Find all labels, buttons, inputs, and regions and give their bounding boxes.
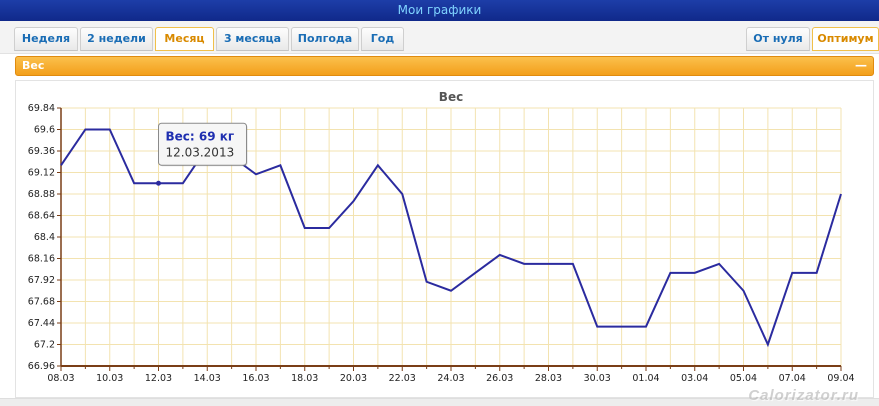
x-tick-label: 24.03 [437,373,464,384]
x-tick-label: 01.04 [632,373,659,384]
chart-title: Вес [439,90,463,104]
y-tick-label: 69.36 [28,146,55,157]
y-tick-label: 69.84 [28,103,55,114]
x-tick-label: 07.04 [779,373,806,384]
y-tick-label: 69.6 [34,125,55,136]
x-tick-label: 28.03 [535,373,562,384]
tab-month[interactable]: Месяц [155,27,214,51]
x-tick-label: 03.04 [681,373,708,384]
tab-from-zero[interactable]: От нуля [746,27,810,51]
period-tabs: Неделя 2 недели Месяц 3 месяца Полгода Г… [0,21,879,54]
y-tick-label: 68.4 [34,232,55,243]
y-tick-label: 67.68 [28,297,55,308]
x-tick-label: 05.04 [730,373,757,384]
tooltip-value: Вес: 69 кг [166,129,235,143]
tab-optimum[interactable]: Оптимум [812,27,879,51]
x-tick-label: 12.03 [145,373,172,384]
y-tick-label: 68.64 [28,211,55,222]
tab-year[interactable]: Год [361,27,404,51]
x-tick-label: 26.03 [486,373,513,384]
tab-3-months[interactable]: 3 месяца [216,27,289,51]
x-tick-label: 10.03 [96,373,123,384]
y-tick-label: 69.12 [28,168,55,179]
x-tick-label: 20.03 [340,373,367,384]
watermark-logo: Calorizator.ru [748,387,859,404]
x-tick-label: 18.03 [291,373,318,384]
x-tick-label: 08.03 [47,373,74,384]
x-tick-label: 16.03 [242,373,269,384]
y-tick-label: 67.44 [28,318,55,329]
y-tick-label: 67.92 [28,275,55,286]
panel-title: Вес [22,59,45,72]
minus-icon[interactable]: — [855,59,867,72]
x-tick-label: 09.04 [827,373,854,384]
chart-container: Вес 69.84 69.6 69.36 69.12 68.88 68.64 68.4 68.1… [15,80,874,398]
tab-week[interactable]: Неделя [14,27,78,51]
x-tick-label: 22.03 [389,373,416,384]
x-tick-label: 14.03 [194,373,221,384]
tooltip-date: 12.03.2013 [166,145,235,159]
weight-chart: Вес 69.84 69.6 69.36 69.12 68.88 68.64 68.4 68.1… [28,90,855,384]
x-tick-label: 30.03 [584,373,611,384]
y-tick-label: 66.96 [28,361,55,372]
window-title: Мои графики [0,0,879,21]
tab-2-weeks[interactable]: 2 недели [80,27,153,51]
y-tick-label: 68.88 [28,189,55,200]
highlighted-point [156,180,161,186]
tab-half-year[interactable]: Полгода [291,27,359,51]
y-tick-label: 67.2 [34,340,55,351]
panel-header: Вес — [15,56,874,76]
y-tick-label: 68.16 [28,254,55,265]
